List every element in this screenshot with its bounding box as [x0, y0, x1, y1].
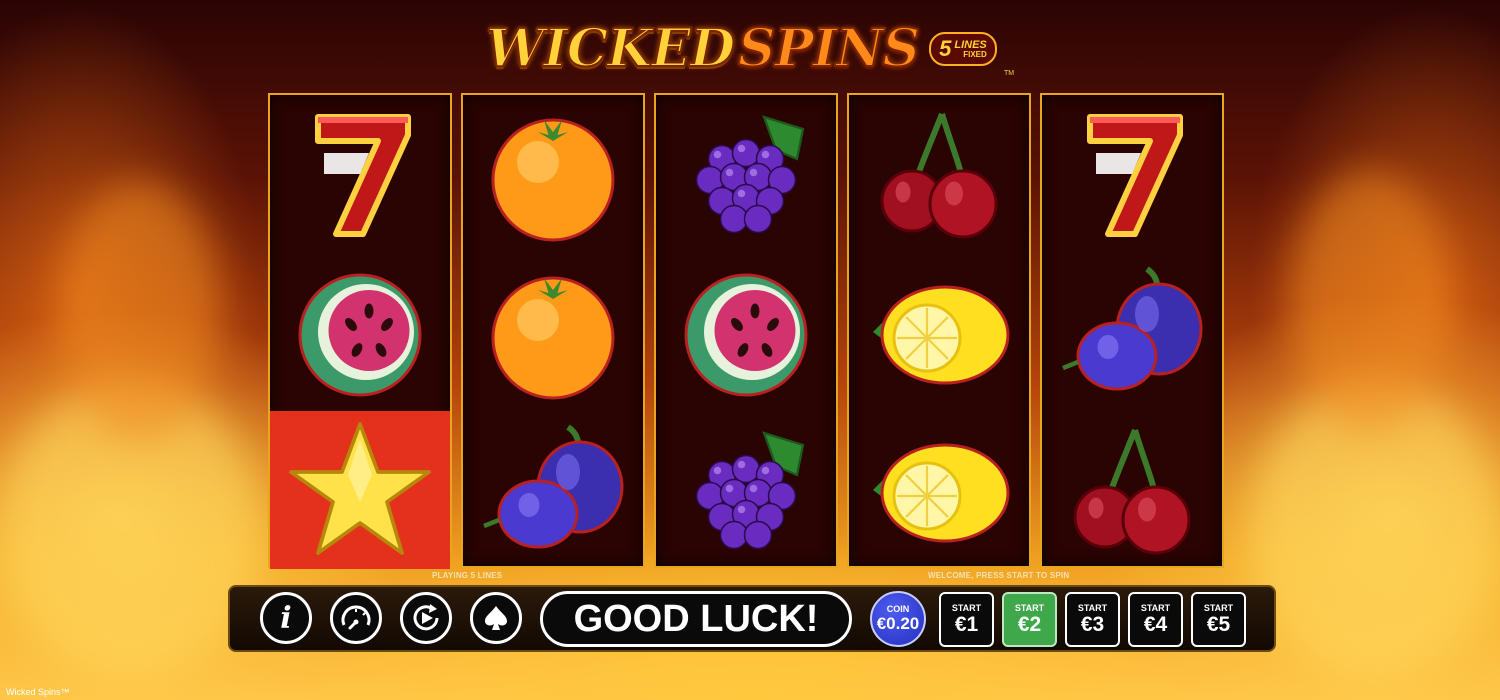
info-icon: i — [280, 600, 292, 636]
reel-cell — [463, 253, 643, 411]
reel-cell-highlighted — [270, 411, 450, 569]
reel-area — [268, 93, 1228, 570]
reel-cell — [656, 95, 836, 253]
watermelon-symbol-icon — [684, 273, 808, 397]
watermelon-symbol-icon — [298, 273, 422, 397]
game-logo: WICKED SPINS 5 LINES FIXED — [485, 14, 997, 84]
flame-glow — [60, 180, 220, 440]
seven-symbol-icon — [315, 114, 411, 237]
autoplay-button[interactable] — [400, 592, 452, 644]
lemon-symbol-icon — [873, 443, 1010, 543]
seven-symbol-icon — [1087, 114, 1183, 237]
trademark-mark: TM — [1004, 70, 1015, 77]
stake-value: €3 — [1080, 612, 1105, 636]
coin-value: €0.20 — [876, 614, 920, 633]
reel-4 — [847, 93, 1031, 568]
reel-cell — [656, 411, 836, 569]
grapes-symbol-icon — [695, 431, 805, 550]
reel-cell — [1042, 253, 1222, 411]
playing-lines-caption: PLAYING 5 LINES — [432, 571, 503, 580]
spade-icon — [485, 606, 507, 630]
coin-value-button[interactable]: COIN €0.20 — [870, 591, 926, 647]
start-label: START — [1077, 602, 1108, 613]
coin-label: COIN — [886, 604, 910, 614]
start-label: START — [1140, 602, 1171, 613]
start-button-5[interactable]: START €5 — [1191, 592, 1246, 647]
flame-glow — [1290, 170, 1450, 430]
start-button-1[interactable]: START €1 — [939, 592, 994, 647]
speed-button[interactable] — [330, 592, 382, 644]
start-button-4[interactable]: START €4 — [1128, 592, 1183, 647]
stake-value: €1 — [954, 612, 979, 636]
reel-cell — [270, 95, 450, 253]
lines-badge: 5 LINES FIXED — [929, 32, 997, 66]
game-footer-name: Wicked Spins™ — [6, 687, 70, 697]
reel-2 — [461, 93, 645, 568]
orange-symbol-icon — [491, 118, 615, 242]
logo-spins: SPINS — [737, 18, 921, 79]
grapes-symbol-icon — [695, 115, 805, 234]
reel-cell — [1042, 95, 1222, 253]
cherries-symbol-icon — [880, 112, 998, 239]
start-label: START — [951, 602, 982, 613]
reel-cell — [849, 253, 1029, 411]
info-button[interactable]: i — [260, 592, 312, 644]
cherries-symbol-icon — [1073, 428, 1191, 555]
stake-value: €5 — [1206, 612, 1231, 636]
reel-1 — [268, 93, 452, 569]
stake-value: €4 — [1143, 612, 1168, 636]
lines-label: LINES — [954, 38, 987, 51]
reel-3 — [654, 93, 838, 568]
reel-5 — [1040, 93, 1224, 568]
logo-wicked: WICKED — [485, 18, 736, 79]
plum-symbol-icon — [1062, 266, 1203, 391]
speedometer-icon — [341, 605, 371, 630]
start-label: START — [1014, 602, 1045, 613]
lines-number: 5 — [939, 36, 952, 61]
reel-cell — [463, 411, 643, 569]
gamble-button[interactable] — [470, 592, 522, 644]
message-display: GOOD LUCK! — [540, 591, 852, 647]
reel-cell — [463, 95, 643, 253]
control-bar: i GOOD LUCK! COIN €0.20 START €1 START €… — [228, 585, 1276, 652]
stake-value: €2 — [1017, 612, 1042, 636]
reel-cell — [656, 253, 836, 411]
lemon-symbol-icon — [873, 285, 1010, 385]
orange-symbol-icon — [491, 276, 615, 400]
reel-cell — [849, 95, 1029, 253]
star-symbol-icon — [289, 422, 431, 555]
reel-cell — [1042, 411, 1222, 569]
plum-symbol-icon — [483, 424, 624, 549]
reel-cell — [270, 253, 450, 411]
welcome-caption: WELCOME, PRESS START TO SPIN — [928, 571, 1070, 580]
start-label: START — [1203, 602, 1234, 613]
start-button-3[interactable]: START €3 — [1065, 592, 1120, 647]
reel-cell — [849, 411, 1029, 569]
lines-fixed-label: FIXED — [963, 49, 987, 59]
start-button-2[interactable]: START €2 — [1002, 592, 1057, 647]
autoplay-icon — [413, 604, 439, 631]
